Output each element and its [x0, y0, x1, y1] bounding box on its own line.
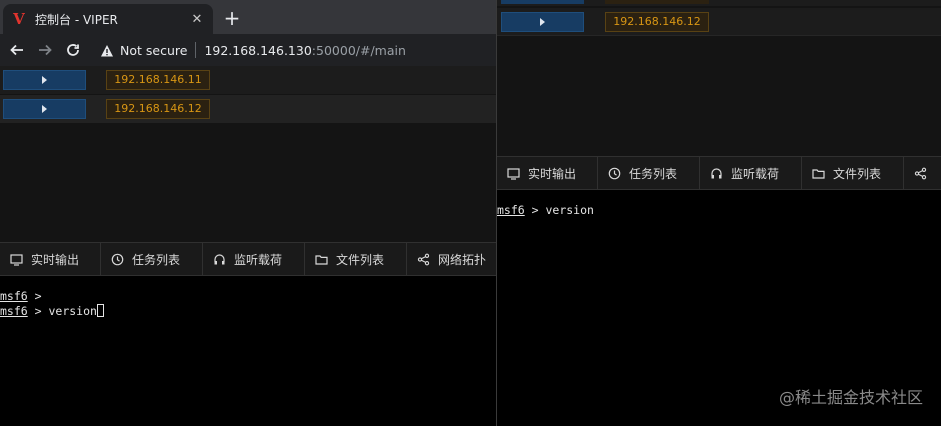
clipped-host-row — [497, 0, 941, 6]
tab-listener-payload[interactable]: 监听载荷 — [203, 243, 305, 275]
browser-toolbar: Not secure 192.168.146.130 :50000/#/main — [0, 34, 496, 66]
left-browser-window: V 控制台 - VIPER ✕ + Not secure 192.168.146… — [0, 0, 496, 426]
tab-network-topology[interactable]: 网络拓扑 — [407, 243, 496, 275]
browser-tab-strip: V 控制台 - VIPER ✕ + — [0, 0, 496, 34]
new-tab-icon[interactable]: + — [222, 8, 242, 28]
url-host: 192.168.146.130 — [204, 42, 312, 58]
tab-label: 任务列表 — [629, 166, 678, 181]
terminal-text: > version — [524, 203, 594, 217]
host-ip-tag: 192.168.146.11 — [106, 70, 210, 90]
host-ip-tag: 192.168.146.12 — [106, 99, 210, 119]
tab-realtime-output[interactable]: 实时输出 — [497, 157, 598, 189]
host-row: 192.168.146.12 — [0, 95, 496, 123]
caret-right-icon — [42, 105, 47, 113]
monitor-icon — [10, 253, 23, 266]
tab-network-topology[interactable] — [904, 157, 941, 189]
tab-label: 监听载荷 — [234, 252, 283, 267]
caret-right-icon — [42, 76, 47, 84]
terminal-prompt: msf6 — [497, 203, 525, 217]
url-path: :50000/#/main — [311, 42, 406, 58]
forward-arrow-icon[interactable] — [34, 39, 56, 61]
expand-row-button[interactable] — [3, 70, 86, 90]
clipped-ip-tag — [605, 0, 709, 4]
terminal-cursor — [96, 304, 104, 317]
tab-label: 实时输出 — [31, 252, 80, 267]
watermark: @稀土掘金技术社区 — [778, 388, 923, 407]
terminal-text: > version — [27, 304, 97, 318]
address-separator — [195, 42, 197, 58]
address-bar[interactable]: Not secure 192.168.146.130 :50000/#/main — [92, 37, 496, 63]
terminal-output[interactable]: msf6 > msf6 > version — [0, 276, 496, 426]
monitor-icon — [507, 167, 520, 180]
browser-tab-title: 控制台 - VIPER — [35, 12, 118, 27]
host-ip-tag: 192.168.146.12 — [605, 12, 709, 32]
terminal-text: > — [27, 289, 49, 303]
not-secure-label: Not secure — [120, 42, 188, 58]
terminal-prompt: msf6 — [0, 304, 28, 318]
tab-label: 文件列表 — [833, 166, 882, 181]
expand-row-button[interactable] — [3, 99, 86, 119]
headphones-icon — [214, 253, 225, 264]
folder-icon — [812, 168, 825, 179]
tab-label: 任务列表 — [132, 252, 181, 267]
host-row: 192.168.146.12 — [497, 8, 941, 36]
terminal-line: msf6 > — [0, 289, 496, 304]
caret-right-icon — [540, 18, 545, 26]
tab-realtime-output[interactable]: 实时输出 — [0, 243, 101, 275]
headphones-icon — [711, 167, 722, 178]
tab-task-list[interactable]: 任务列表 — [101, 243, 203, 275]
tab-file-list[interactable]: 文件列表 — [305, 243, 407, 275]
tab-listener-payload[interactable]: 监听载荷 — [700, 157, 802, 189]
tab-task-list[interactable]: 任务列表 — [598, 157, 700, 189]
share-icon — [914, 167, 927, 179]
clock-icon — [608, 167, 621, 179]
session-tabs: 实时输出 任务列表 监听载荷 文件列表 — [497, 156, 941, 190]
terminal-line: msf6 > version — [0, 304, 496, 319]
expand-row-button[interactable] — [501, 12, 584, 32]
session-tabs: 实时输出 任务列表 监听载荷 文件列表 网络拓扑 — [0, 242, 496, 276]
browser-tab[interactable]: V 控制台 - VIPER ✕ — [3, 4, 213, 34]
viper-favicon-icon: V — [13, 10, 25, 28]
folder-icon — [315, 254, 328, 265]
warning-triangle-icon[interactable] — [100, 43, 114, 57]
clipped-expand-button[interactable] — [501, 0, 584, 4]
terminal-line: msf6 > version — [497, 203, 941, 218]
tab-label: 监听载荷 — [731, 166, 780, 181]
close-tab-icon[interactable]: ✕ — [189, 12, 205, 27]
right-browser-window: 192.168.146.12 实时输出 任务列表 监听载荷 文件列表 msf6 … — [497, 0, 941, 426]
tab-label: 文件列表 — [336, 252, 385, 267]
tab-label: 实时输出 — [528, 166, 577, 181]
tab-label: 网络拓扑 — [438, 252, 487, 267]
share-icon — [417, 253, 430, 265]
back-arrow-icon[interactable] — [6, 39, 28, 61]
clock-icon — [111, 253, 124, 265]
reload-icon[interactable] — [62, 39, 84, 61]
terminal-prompt: msf6 — [0, 289, 28, 303]
tab-file-list[interactable]: 文件列表 — [802, 157, 904, 189]
host-row: 192.168.146.11 — [0, 66, 496, 94]
